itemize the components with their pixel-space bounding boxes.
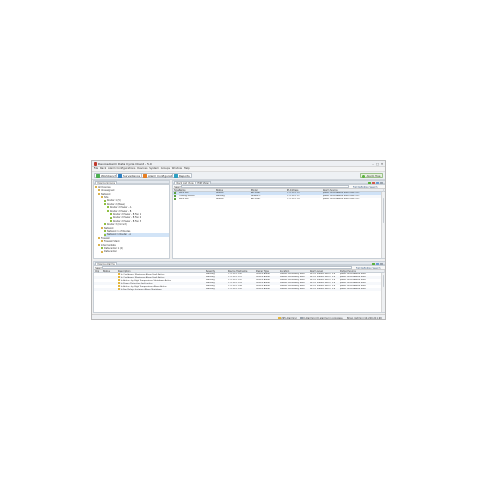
alarm-tree-button[interactable]: Alarm Tree [360, 172, 383, 178]
alarm-cell: public DeviceAlarm Rack [340, 288, 366, 290]
workbench-label: Workbench [101, 173, 117, 178]
alarm-configuration-icon [143, 174, 147, 178]
alarm-cell: Device Alarm [256, 288, 270, 290]
alarm-empty-cell [103, 288, 118, 291]
main-toolbar: Workbench Surveillance Alarm Configurati… [92, 171, 385, 180]
alarm-scrollbar[interactable] [381, 273, 385, 312]
alarm-table-row[interactable]: In Fan Relays Instance Alarm Shutdown War… [94, 288, 384, 291]
surveillance-label: Surveillance [123, 173, 141, 178]
alarm-cell: HOST: Subnet INPUT 2.4 [310, 288, 336, 290]
rack-cell: Normal [216, 198, 224, 200]
alarm-cell: 172.30.1.105 [228, 288, 242, 290]
alarm-warning-icon [118, 288, 121, 290]
maximize-button[interactable]: □ [376, 162, 380, 166]
rack-cell: APC8941 [251, 198, 261, 200]
surveillance-button[interactable]: Surveillance [116, 172, 143, 178]
alarm-cell: Subnet Secondary Rack [280, 288, 305, 290]
alarm-tree-label: Alarm Tree [366, 174, 381, 178]
alarm-count-text: 295 Alarm(s) [281, 316, 297, 320]
alarm-table-body: In Cooldown, Maximum Alarm Fault Active W… [94, 273, 384, 312]
progress-text: 0 Alarm(s) (0 alarms) in progress [303, 316, 343, 320]
device-tree: All Devices Unassigned Network Site Router 1… [93, 184, 170, 259]
status-bar: 295 Alarm(s) 0 Alarm(s) (0 alarms) in pr… [92, 314, 385, 320]
alarms-pane: Search Full Definition Search Clip Statu… [93, 265, 385, 313]
alarm-warning-icon [118, 276, 121, 278]
rack-icon [174, 195, 177, 197]
alarm-warning-icon [118, 273, 121, 275]
surveillance-icon [118, 174, 122, 178]
app-logo-icon [93, 162, 97, 166]
close-button[interactable]: ✕ [380, 162, 384, 166]
rack-table-row[interactable]: Rack Site Normal APC8941 172.30.1.14 public … [173, 198, 384, 201]
alarm-empty-cell [95, 288, 103, 291]
tree-item[interactable]: Datacenter [101, 250, 169, 253]
rack-scrollbar-thumb[interactable] [382, 198, 385, 223]
alarm-tree-icon [362, 174, 366, 178]
progress-status: 0 Alarm(s) (0 alarms) in progress [300, 316, 343, 320]
rack-icon [174, 192, 177, 194]
alarm-warning-icon [118, 285, 121, 287]
reports-label: Reports [179, 173, 190, 178]
user-status: Brian (Admin) 10.220.211.90 [347, 316, 382, 320]
workbench-icon [96, 174, 100, 178]
rack-cell: public DeviceAlarm Rack Data Ctr1 [323, 198, 360, 200]
alarm-warning-icon [118, 279, 121, 281]
rack-cell: 172.30.1.14 [287, 198, 300, 200]
minimize-button[interactable]: – [371, 162, 375, 166]
rack-scrollbar[interactable] [381, 192, 385, 258]
rack-list-pane: Search Full Definition Search Type Name … [172, 184, 385, 259]
reports-button[interactable]: Reports [172, 172, 193, 178]
alarm-description-cell: In Fan Relays Instance Alarm Shutdown [118, 288, 206, 291]
application-window: DeviceAlarm Data Cycle Client - 5.0 – □ … [91, 160, 386, 320]
user-text: Brian (Admin) 10.220.211.90 [347, 316, 382, 320]
rack-cell: Rack Site [179, 198, 189, 200]
window-title: DeviceAlarm Data Cycle Client - 5.0 [98, 162, 152, 166]
reports-icon [174, 174, 178, 178]
rack-table-body: Rack Site Normal APC8941 172.30.1.10 public … [173, 192, 384, 258]
tree-item-label: Datacenter [103, 250, 117, 254]
alarm-cell: Warning [206, 288, 215, 290]
alarm-scrollbar-thumb[interactable] [382, 275, 385, 287]
alarm-warning-icon [118, 282, 121, 284]
rack-icon [174, 198, 177, 200]
alarm-count-status: 295 Alarm(s) [278, 316, 297, 320]
